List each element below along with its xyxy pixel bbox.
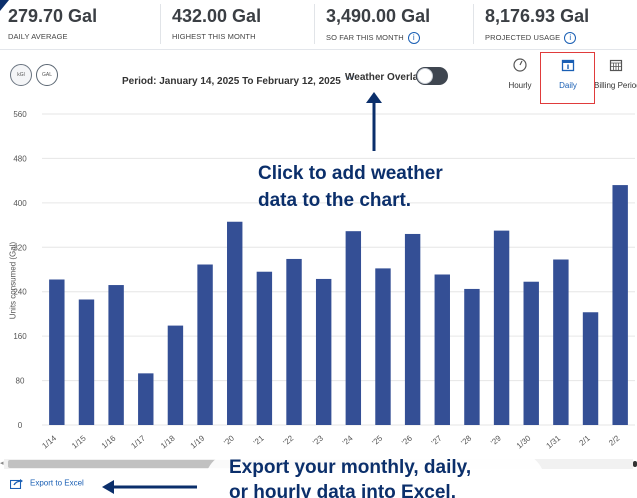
export-callout: Export your monthly, daily, or hourly da… — [205, 452, 545, 498]
weather-callout-line2: data to the chart. — [258, 190, 412, 211]
bar — [493, 230, 510, 425]
stat-so-far-this-month: 3,490.00 Gal SO FAR THIS MONTH i — [318, 0, 468, 50]
usage-bar-chart: 0801602403204004805601/14 1/15 1/16 1/17 1/1… — [13, 110, 635, 451]
x-tick-label: '28 — [459, 433, 473, 447]
stat-value: 8,176.93 Gal — [485, 6, 590, 26]
export-icon — [10, 479, 23, 489]
x-tick-label: 1/14 — [40, 433, 58, 450]
clock-icon — [513, 58, 527, 72]
stat-label-text: SO FAR THIS MONTH — [326, 32, 404, 42]
x-tick-label: '26 — [400, 433, 414, 447]
x-tick-label: 1/19 — [189, 433, 207, 450]
stat-value: 3,490.00 Gal — [326, 6, 431, 26]
bar — [49, 279, 65, 425]
left-arrow-icon — [102, 480, 197, 494]
x-tick-label: 1/30 — [515, 433, 533, 450]
bar — [404, 233, 421, 425]
divider — [473, 4, 474, 44]
view-billing-period-button[interactable]: Billing Period — [594, 58, 637, 100]
x-tick-label: '25 — [370, 433, 384, 447]
weather-overlay-label: Weather Overlay — [345, 72, 424, 83]
view-billing-period-label: Billing Period — [594, 81, 637, 90]
period-text: Period: January 14, 2025 To February 12,… — [122, 76, 341, 87]
stat-value: 279.70 Gal — [8, 6, 98, 26]
bar — [612, 185, 628, 425]
x-tick-label: '24 — [341, 433, 355, 447]
weather-callout: Click to add weather data to the chart. — [258, 160, 443, 214]
stat-label-text: PROJECTED USAGE — [485, 32, 561, 42]
bar — [553, 259, 569, 425]
view-hourly-label: Hourly — [508, 81, 532, 90]
unit-kgal-button[interactable]: kGl — [10, 64, 32, 86]
stat-highest-this-month: 432.00 Gal HIGHEST THIS MONTH — [164, 0, 314, 50]
view-hourly-button[interactable]: Hourly — [498, 58, 542, 100]
export-callout-line2: or hourly data into Excel. — [229, 482, 456, 498]
bar — [138, 373, 154, 425]
bar — [197, 264, 213, 425]
unit-gal-label: GAL — [41, 72, 52, 78]
x-tick-label: 1/17 — [129, 433, 147, 450]
y-tick-label: 480 — [13, 154, 27, 163]
info-icon[interactable]: i — [407, 32, 420, 44]
scroll-right-icon[interactable] — [633, 461, 637, 467]
x-tick-label: 2/1 — [578, 433, 593, 447]
x-tick-label: 1/15 — [70, 433, 88, 450]
y-tick-label: 0 — [18, 421, 23, 430]
x-tick-label: '27 — [430, 433, 444, 447]
export-to-excel-link[interactable]: Export to Excel — [10, 478, 84, 489]
bar — [523, 281, 539, 425]
stat-daily-average: 279.70 Gal DAILY AVERAGE — [0, 0, 160, 50]
x-tick-label: 2/2 — [607, 433, 622, 447]
stat-label: PROJECTED USAGE i — [485, 32, 577, 44]
export-callout-line1: Export your monthly, daily, — [229, 457, 472, 478]
up-arrow-icon — [366, 92, 382, 151]
bar — [434, 274, 450, 425]
toggle-knob — [417, 68, 433, 84]
calendar-grid-icon — [609, 59, 623, 72]
x-tick-label: '22 — [282, 433, 296, 447]
bar — [256, 271, 273, 425]
unit-gal-button[interactable]: GAL — [36, 64, 58, 86]
usage-summary-bar: 279.70 Gal DAILY AVERAGE 432.00 Gal HIGH… — [0, 0, 637, 50]
x-tick-label: 1/18 — [159, 433, 177, 450]
bar — [227, 221, 243, 425]
y-axis-title: Units consumed (Gal) — [8, 241, 18, 320]
bar — [108, 285, 124, 425]
unit-kgal-label: kGl — [17, 72, 25, 78]
info-icon[interactable]: i — [564, 32, 577, 44]
stat-label: SO FAR THIS MONTH i — [326, 32, 420, 44]
x-tick-label: '29 — [489, 433, 503, 447]
bar — [315, 278, 332, 425]
stat-label: HIGHEST THIS MONTH — [172, 32, 256, 41]
x-tick-label: '20 — [222, 433, 236, 447]
y-tick-label: 80 — [16, 377, 25, 386]
stat-projected-usage: 8,176.93 Gal PROJECTED USAGE i — [477, 0, 637, 50]
weather-overlay-toggle[interactable] — [416, 67, 448, 85]
period-selector[interactable]: Period: January 14, 2025 To February 12,… — [122, 72, 355, 87]
divider — [314, 4, 315, 44]
bar — [582, 312, 599, 425]
x-tick-label: 1/31 — [544, 433, 562, 450]
stat-label: DAILY AVERAGE — [8, 32, 68, 41]
bar — [286, 258, 302, 425]
export-label: Export to Excel — [30, 478, 84, 488]
weather-callout-line1: Click to add weather — [258, 163, 443, 184]
bar — [345, 231, 362, 425]
x-tick-label: '21 — [252, 433, 266, 447]
bar — [464, 288, 480, 425]
bar — [78, 299, 95, 425]
y-tick-label: 560 — [13, 110, 27, 119]
x-tick-label: '23 — [311, 433, 325, 447]
bar — [167, 325, 184, 425]
daily-highlight-box — [540, 52, 595, 104]
stat-value: 432.00 Gal — [172, 6, 262, 26]
y-tick-label: 400 — [13, 199, 27, 208]
scroll-left-icon[interactable]: ◂ — [0, 459, 4, 467]
divider — [160, 4, 161, 44]
x-tick-label: 1/16 — [100, 433, 118, 450]
usage-chart: Units consumed (Gal) 0 80 160 240 320 400 480 5… — [0, 100, 637, 456]
bar — [375, 268, 391, 425]
